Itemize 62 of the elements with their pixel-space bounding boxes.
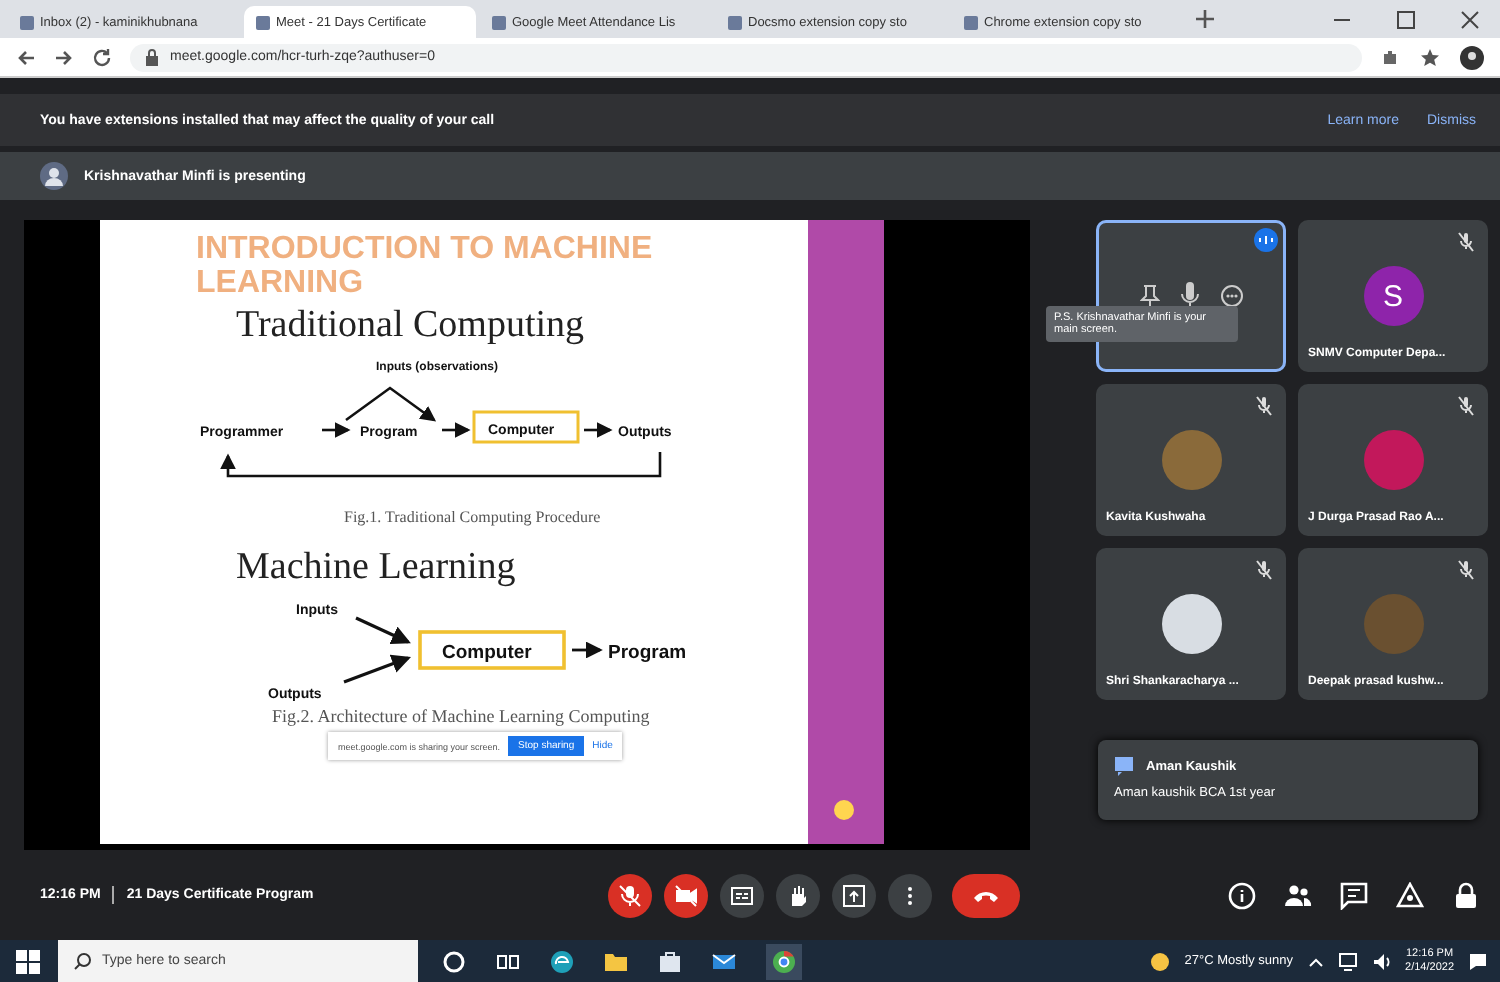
host-controls-button[interactable] xyxy=(1452,881,1480,909)
raise-hand-button[interactable] xyxy=(776,873,820,917)
figure-caption: Fig.2. Architecture of Machine Learning Computing xyxy=(272,706,650,726)
arrow xyxy=(572,641,603,659)
volume-icon[interactable] xyxy=(1371,951,1392,971)
speaking-indicator-icon xyxy=(1254,228,1278,252)
weather-sun-icon xyxy=(1150,951,1171,971)
captions-button[interactable] xyxy=(720,873,764,917)
notification-icon[interactable] xyxy=(1468,951,1488,971)
task-view-icon[interactable] xyxy=(496,949,520,973)
new-tab-icon[interactable] xyxy=(1196,10,1214,28)
arrow xyxy=(343,654,411,684)
more-options-icon[interactable] xyxy=(1219,284,1243,308)
camera-off-icon xyxy=(674,883,698,907)
chat-button[interactable] xyxy=(1340,881,1368,909)
people-button[interactable] xyxy=(1284,881,1312,909)
activities-button[interactable] xyxy=(1396,881,1424,909)
slide-heading: Machine Learning xyxy=(236,546,516,590)
figure-caption: Fig.1. Traditional Computing Procedure xyxy=(344,508,601,526)
slide-heading: Traditional Computing xyxy=(236,304,585,348)
present-screen-icon xyxy=(842,883,866,907)
back-icon[interactable] xyxy=(16,47,36,67)
phone-hang-up-icon xyxy=(972,887,1000,903)
more-options-button[interactable] xyxy=(888,873,932,917)
chrome-icon[interactable] xyxy=(766,943,802,979)
store-icon[interactable] xyxy=(658,949,682,973)
profile-icon[interactable] xyxy=(1460,45,1484,69)
arrow xyxy=(442,422,471,438)
present-button[interactable] xyxy=(832,873,876,917)
hand-icon xyxy=(786,883,810,907)
tray-chevron-icon[interactable] xyxy=(1307,953,1324,969)
mail-icon[interactable] xyxy=(712,949,736,973)
muted-mic-icon xyxy=(618,883,642,907)
windows-start-icon[interactable] xyxy=(16,949,40,973)
reload-icon[interactable] xyxy=(92,47,112,67)
forward-icon[interactable] xyxy=(54,47,74,67)
captions-icon xyxy=(730,883,754,907)
pin-icon[interactable] xyxy=(1139,284,1159,308)
chat-icon xyxy=(1114,756,1134,776)
microphone-icon[interactable] xyxy=(1179,282,1199,310)
leave-call-button[interactable] xyxy=(952,873,1020,917)
diagram-label: Program xyxy=(608,642,687,664)
avatar: S xyxy=(1363,266,1423,326)
cortana-icon[interactable] xyxy=(442,949,466,973)
diagram-label: Computer xyxy=(442,642,532,664)
slide-title: INTRODUCTION TO MACHINE LEARNING xyxy=(196,232,655,300)
info-button[interactable] xyxy=(1228,881,1256,909)
cursor-dot xyxy=(834,800,854,820)
network-icon[interactable] xyxy=(1337,951,1358,971)
camera-off-button[interactable] xyxy=(664,873,708,917)
computer-box xyxy=(472,410,580,444)
microphone-off-button[interactable] xyxy=(608,873,652,917)
star-icon[interactable] xyxy=(1420,47,1440,67)
close-icon[interactable] xyxy=(1460,9,1480,29)
edge-icon[interactable] xyxy=(550,949,574,973)
arrow xyxy=(355,616,411,644)
lock-icon xyxy=(144,47,160,67)
arrow xyxy=(584,422,613,438)
folder-icon[interactable] xyxy=(604,949,628,973)
search-icon xyxy=(74,952,92,970)
maximize-icon[interactable] xyxy=(1396,9,1416,29)
avatar-icon xyxy=(40,162,68,190)
